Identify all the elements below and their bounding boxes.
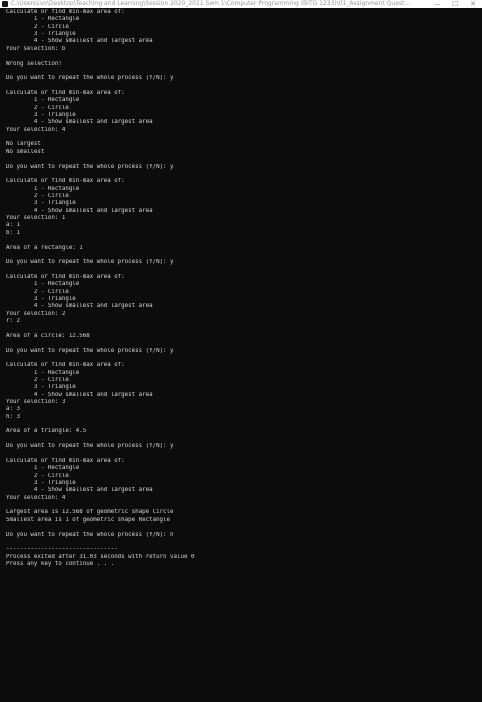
console-line: Smallest area is 1 of geometric shape Re… xyxy=(6,516,171,523)
console-line: No largest xyxy=(6,141,41,148)
console-line: Your selection: 1 xyxy=(6,215,66,222)
console-line: 2 - Circle xyxy=(6,192,69,199)
console-line: 1 - Rectangle xyxy=(6,185,80,192)
console-line: 3 - Triangle xyxy=(6,31,76,38)
console-line: 2 - Circle xyxy=(6,288,69,295)
console-line: 1 - Rectangle xyxy=(6,369,80,376)
console-line: Area of a circle: 12.568 xyxy=(6,332,90,339)
console-line: r: 2 xyxy=(6,318,20,325)
console-line: Do you want to repeat the whole process … xyxy=(6,443,174,450)
console-line: Area of a triangle: 4.5 xyxy=(6,428,87,435)
maximize-icon[interactable]: ☐ xyxy=(446,0,464,8)
console-line: Wrong selection! xyxy=(6,60,62,67)
console-line: Your selection: 4 xyxy=(6,126,66,133)
console-line: Largest area is 12.568 of geometric shap… xyxy=(6,509,174,516)
console-line: 4 - Show smallest and largest area xyxy=(6,391,153,398)
console-line: -------------------------------- xyxy=(6,546,118,553)
console-line: Do you want to repeat the whole process … xyxy=(6,531,174,538)
console-output[interactable]: Calculate or find min-max area of: 1 - R… xyxy=(6,9,480,568)
console-line: 4 - Show smallest and largest area xyxy=(6,207,153,214)
window-title: C:\Users\ivo\Desktop\Teaching and Learni… xyxy=(11,0,411,7)
console-line: 2 - Circle xyxy=(6,472,69,479)
console-line: 4 - Show smallest and largest area xyxy=(6,38,153,45)
console-line: 3 - Triangle xyxy=(6,200,76,207)
console-line: Calculate or find min-max area of: xyxy=(6,89,125,96)
console-line: 3 - Triangle xyxy=(6,480,76,486)
minimize-icon[interactable]: — xyxy=(428,0,446,8)
console-line: a: 1 xyxy=(6,222,20,229)
console-line: Your selection: 3 xyxy=(6,399,66,406)
close-icon[interactable]: ✕ xyxy=(464,0,482,8)
console-line: Your selection: 2 xyxy=(6,310,66,317)
console-line: 2 - Circle xyxy=(6,23,69,30)
console-line: 4 - Show smallest and largest area xyxy=(6,303,153,310)
console-line: Your selection: 4 xyxy=(6,494,66,501)
console-line: 3 - Triangle xyxy=(6,296,76,303)
console-line: Calculate or find min-max area of: xyxy=(6,9,125,15)
console-line: Area of a rectangle: 1 xyxy=(6,244,83,251)
console-line: Calculate or find min-max area of: xyxy=(6,362,125,369)
console-line: 1 - Rectangle xyxy=(6,97,80,104)
console-window: C:\Users\ivo\Desktop\Teaching and Learni… xyxy=(0,0,482,702)
console-line: Your selection: b xyxy=(6,45,66,52)
console-line: 1 - Rectangle xyxy=(6,465,80,472)
console-line: No smallest xyxy=(6,148,45,155)
console-line: a: 3 xyxy=(6,406,20,413)
console-line: Press any key to continue . . . xyxy=(6,560,115,567)
console-line: 2 - Circle xyxy=(6,376,69,383)
console-line: 3 - Triangle xyxy=(6,384,76,391)
console-line: Do you want to repeat the whole process … xyxy=(6,75,174,82)
console-line: Do you want to repeat the whole process … xyxy=(6,347,174,354)
console-line: Calculate or find min-max area of: xyxy=(6,178,125,185)
console-line: 3 - Triangle xyxy=(6,112,76,119)
title-bar[interactable]: C:\Users\ivo\Desktop\Teaching and Learni… xyxy=(0,0,482,8)
window-controls: — ☐ ✕ xyxy=(428,0,482,8)
console-app-icon xyxy=(2,1,8,7)
console-line: 1 - Rectangle xyxy=(6,16,80,23)
console-line: Do you want to repeat the whole process … xyxy=(6,259,174,266)
console-line: Do you want to repeat the whole process … xyxy=(6,163,174,170)
console-line: 1 - Rectangle xyxy=(6,281,80,288)
console-line: h: 3 xyxy=(6,413,20,420)
console-line: Calculate or find min-max area of: xyxy=(6,273,125,280)
console-line: b: 1 xyxy=(6,229,20,236)
console-line: Process exited after 31.03 seconds with … xyxy=(6,553,195,560)
console-line: 4 - Show smallest and largest area xyxy=(6,487,153,494)
console-line: Calculate or find min-max area of: xyxy=(6,457,125,464)
console-line: 2 - Circle xyxy=(6,104,69,111)
console-line: 4 - Show smallest and largest area xyxy=(6,119,153,126)
